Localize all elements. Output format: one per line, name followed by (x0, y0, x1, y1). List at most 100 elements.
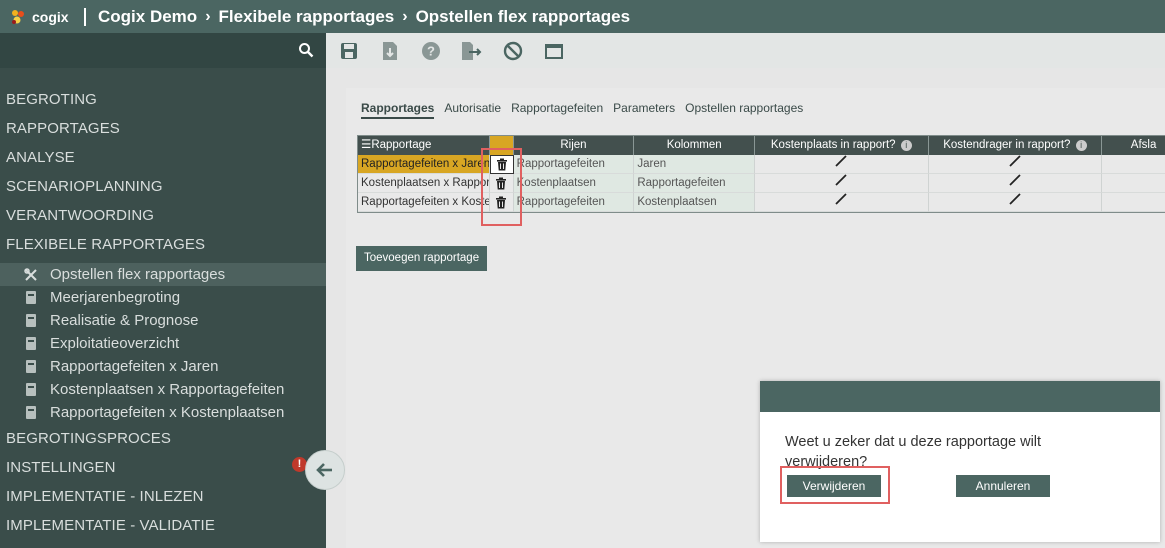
grid-header-row: ☰Rapportage Rijen Kolommen Kostenplaats … (358, 136, 1165, 155)
column-header-kostendrager[interactable]: Kostendrager in rapport? i (928, 136, 1103, 155)
cell-rijen[interactable]: Kostenplaatsen (513, 174, 635, 193)
dialog-header (760, 381, 1160, 412)
sidebar-item-import-export[interactable]: IMPORT-EXPORT (0, 540, 326, 548)
trash-icon (496, 196, 507, 208)
window-icon (545, 43, 563, 59)
cell-afsla[interactable] (1102, 193, 1165, 212)
window-button[interactable] (543, 40, 565, 62)
download-button[interactable] (379, 40, 401, 62)
cell-kolommen[interactable]: Rapportagefeiten (634, 174, 756, 193)
edit-kostendrager-button[interactable] (928, 155, 1103, 174)
sidebar-subitem-label: Exploitatieoverzicht (50, 335, 180, 352)
sidebar-item-verantwoording[interactable]: VERANTWOORDING (0, 201, 326, 230)
sidebar-item-begrotingsproces[interactable]: BEGROTINGSPROCES (0, 424, 326, 453)
tab-rapportagefeiten[interactable]: Rapportagefeiten (511, 101, 603, 119)
trash-icon (496, 158, 507, 171)
sidebar-subitem-realisatie[interactable]: Realisatie & Prognose (0, 309, 326, 332)
cancel-button[interactable] (502, 40, 524, 62)
edit-kostenplaats-button[interactable] (755, 174, 929, 193)
cell-rijen[interactable]: Rapportagefeiten (513, 193, 635, 212)
tools-icon (24, 267, 37, 281)
column-header-label: Kostendrager in rapport? (943, 139, 1071, 151)
sidebar-subitem-rapportagefeiten-kostenplaatsen[interactable]: Rapportagefeiten x Kostenplaatsen (0, 401, 326, 424)
document-icon (26, 291, 36, 304)
sidebar-subitem-exploitatieoverzicht[interactable]: Exploitatieoverzicht (0, 332, 326, 355)
header-separator (84, 7, 86, 26)
sidebar-search (0, 33, 326, 68)
document-icon (26, 360, 36, 373)
cogix-logo-icon (12, 9, 24, 24)
cell-rapportage[interactable]: Rapportagefeiten x Kostenplaatsen (358, 193, 490, 212)
export-button[interactable] (461, 40, 483, 62)
menu-icon[interactable]: ☰ (361, 139, 371, 151)
trash-icon (496, 177, 507, 189)
edit-kostenplaats-button[interactable] (755, 193, 929, 212)
column-header-rapportage[interactable]: ☰Rapportage (358, 136, 490, 155)
column-header-afsla[interactable]: Afsla (1102, 136, 1165, 155)
table-row[interactable]: Kostenplaatsen x Rapportagefeiten Kosten… (358, 174, 1165, 193)
tab-rapportages[interactable]: Rapportages (361, 101, 435, 119)
add-report-button[interactable]: Toevoegen rapportage (356, 246, 488, 271)
cell-afsla[interactable] (1102, 174, 1165, 193)
delete-row-button[interactable] (489, 155, 514, 174)
tab-autorisatie[interactable]: Autorisatie (444, 101, 501, 119)
cell-rijen[interactable]: Rapportagefeiten (513, 155, 635, 174)
sidebar: BEGROTING RAPPORTAGES ANALYSE SCENARIOPL… (0, 33, 326, 548)
table-row[interactable]: Rapportagefeiten x Jaren Rapportagefeite… (358, 155, 1165, 174)
column-header-label: Rapportage (371, 139, 432, 151)
pencil-icon (835, 193, 847, 205)
sidebar-subitem-label: Opstellen flex rapportages (50, 266, 226, 283)
document-icon (26, 406, 36, 419)
sidebar-item-instellingen[interactable]: INSTELLINGEN (0, 453, 326, 482)
delete-row-button[interactable] (489, 193, 514, 212)
cell-kolommen[interactable]: Jaren (634, 155, 756, 174)
sidebar-subitem-kostenplaatsen-rapportagefeiten[interactable]: Kostenplaatsen x Rapportagefeiten (0, 378, 326, 401)
toolbar: ? (326, 33, 1165, 68)
cell-rapportage[interactable]: Rapportagefeiten x Jaren (358, 155, 490, 174)
sidebar-item-analyse[interactable]: ANALYSE (0, 143, 326, 172)
edit-kostendrager-button[interactable] (928, 193, 1103, 212)
cancel-button[interactable]: Annuleren (956, 475, 1050, 497)
sidebar-subitem-rapportagefeiten-jaren[interactable]: Rapportagefeiten x Jaren (0, 355, 326, 378)
cell-rapportage[interactable]: Kostenplaatsen x Rapportagefeiten (358, 174, 490, 193)
search-icon[interactable] (298, 42, 314, 58)
column-header-rijen[interactable]: Rijen (513, 136, 635, 155)
pencil-icon (835, 174, 847, 186)
sidebar-item-flexibele-rapportages[interactable]: FLEXIBELE RAPPORTAGES (0, 230, 326, 259)
table-row[interactable]: Rapportagefeiten x Kostenplaatsen Rappor… (358, 193, 1165, 212)
sidebar-item-implementatie-validatie[interactable]: IMPLEMENTATIE - VALIDATIE (0, 511, 326, 540)
tab-opstellen-rapportages[interactable]: Opstellen rapportages (685, 101, 803, 119)
help-button[interactable]: ? (420, 40, 442, 62)
cell-afsla[interactable] (1102, 155, 1165, 174)
edit-kostendrager-button[interactable] (928, 174, 1103, 193)
info-icon[interactable]: i (1075, 140, 1087, 151)
sidebar-item-scenarioplanning[interactable]: SCENARIOPLANNING (0, 172, 326, 201)
save-button[interactable] (338, 40, 360, 62)
collapse-sidebar-button[interactable] (305, 450, 345, 490)
arrow-left-icon (316, 463, 332, 477)
column-header-kolommen[interactable]: Kolommen (634, 136, 756, 155)
info-icon[interactable]: i (900, 140, 912, 151)
tab-parameters[interactable]: Parameters (613, 101, 675, 119)
document-icon (26, 314, 36, 327)
breadcrumb-item[interactable]: Cogix Demo (98, 7, 197, 27)
sidebar-item-implementatie-inlezen[interactable]: IMPLEMENTATIE - INLEZEN (0, 482, 326, 511)
breadcrumb-item[interactable]: Flexibele rapportages (219, 7, 395, 27)
top-bar: cogix Cogix Demo › Flexibele rapportages… (0, 0, 1165, 33)
breadcrumb: Cogix Demo › Flexibele rapportages › Ops… (98, 7, 630, 27)
cell-kolommen[interactable]: Kostenplaatsen (634, 193, 756, 212)
sidebar-item-rapportages[interactable]: RAPPORTAGES (0, 114, 326, 143)
help-icon: ? (422, 41, 440, 60)
edit-kostenplaats-button[interactable] (755, 155, 929, 174)
logo[interactable]: cogix (9, 8, 79, 26)
download-icon (383, 41, 397, 60)
document-icon (26, 337, 36, 350)
sidebar-subitem-meerjarenbegroting[interactable]: Meerjarenbegroting (0, 286, 326, 309)
delete-row-button[interactable] (489, 174, 514, 193)
logo-text: cogix (32, 8, 69, 25)
sidebar-item-begroting[interactable]: BEGROTING (0, 85, 326, 114)
sidebar-subitem-label: Rapportagefeiten x Kostenplaatsen (50, 404, 285, 421)
column-header-kostenplaats[interactable]: Kostenplaats in rapport? i (755, 136, 929, 155)
confirm-delete-button[interactable]: Verwijderen (787, 475, 881, 497)
sidebar-subitem-opstellen[interactable]: Opstellen flex rapportages (0, 263, 326, 286)
